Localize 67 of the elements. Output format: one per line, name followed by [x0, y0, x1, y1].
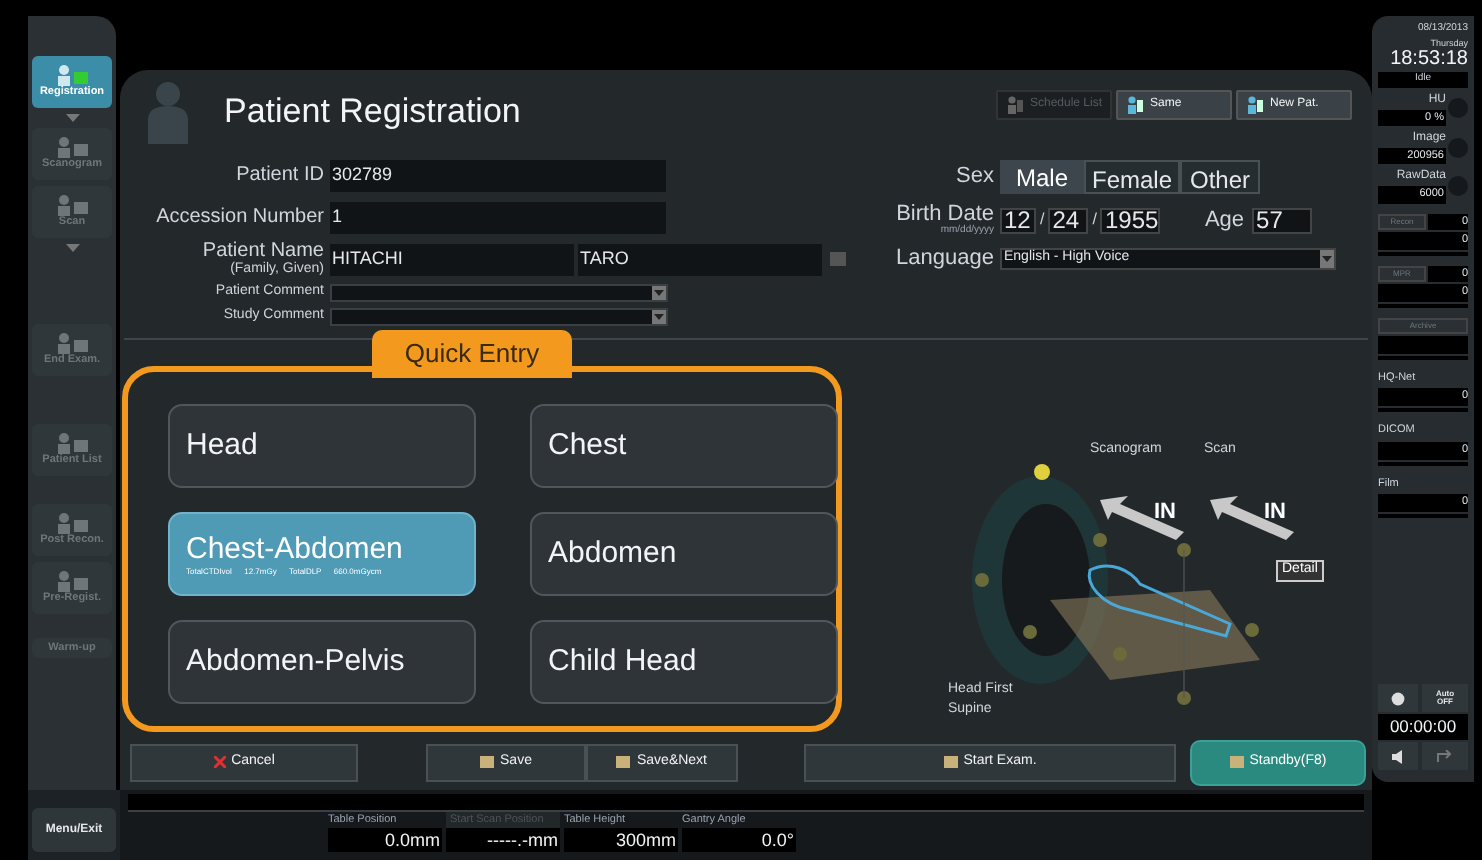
sidebar-item-icon — [56, 512, 88, 535]
window-title: Patient Registration — [224, 90, 521, 135]
field-label: Sex — [954, 161, 996, 192]
birth-date-field[interactable]: 1955 — [1100, 207, 1161, 233]
queue-field — [1378, 336, 1468, 354]
small-icon — [943, 756, 958, 768]
small-icon — [616, 756, 631, 768]
arrow-label: IN — [1264, 498, 1286, 528]
family-name-field[interactable]: HITACHI — [330, 243, 574, 275]
birth-date-field[interactable]: 12 — [1000, 207, 1036, 233]
date-separator: / — [1038, 208, 1047, 232]
field-label: Birth Date — [896, 204, 994, 226]
field-label: Patient Name — [202, 242, 324, 262]
patient-comment-field[interactable] — [330, 283, 668, 301]
sidebar-item-icon — [56, 432, 88, 455]
dial-icon — [1448, 137, 1468, 158]
preset-button[interactable]: Abdomen-Pelvis — [168, 620, 476, 704]
field-label: Accession Number — [154, 204, 326, 232]
dropdown-caret-icon — [652, 309, 666, 323]
speaker-icon — [1391, 749, 1405, 763]
people-icon — [1126, 95, 1144, 113]
speaker-button[interactable] — [1378, 742, 1418, 770]
preset-button[interactable]: Chest — [530, 404, 838, 488]
status-value: 0.0mm — [328, 828, 442, 852]
sidebar-item-icon — [56, 136, 88, 159]
age-field[interactable]: 57 — [1252, 207, 1313, 233]
sex-option[interactable]: Female — [1084, 159, 1180, 193]
preset-button[interactable]: Child Head — [530, 620, 838, 704]
given-name-field[interactable]: TARO — [578, 243, 822, 275]
clock-time: 18:53:18 — [1390, 50, 1468, 71]
alarm-button[interactable] — [1378, 684, 1418, 713]
small-icon — [480, 756, 495, 768]
x-icon — [213, 756, 226, 768]
field-label: Age — [1204, 205, 1245, 236]
date-separator: / — [1090, 208, 1099, 232]
status-value: -----.-mm — [446, 828, 560, 852]
sidebar-item-icon — [56, 570, 88, 593]
loop-arrow-icon — [1436, 749, 1454, 763]
dropdown-caret-icon — [1320, 249, 1334, 267]
study-comment-field[interactable] — [330, 307, 668, 325]
sidebar-item-icon — [56, 332, 88, 355]
timer-text: 00:00:00 — [1378, 714, 1468, 740]
quick-entry-label: Quick Entry — [372, 330, 572, 378]
arrow-icon — [1210, 496, 1294, 540]
sidebar-item-icon — [56, 64, 88, 87]
sex-option[interactable]: Male — [1000, 159, 1084, 193]
status-value: 300mm — [564, 828, 678, 852]
status-value: 0.0° — [682, 828, 796, 852]
sidebar-item-icon — [56, 194, 88, 217]
patient-id-field[interactable]: 302789 — [330, 159, 666, 191]
preset-button[interactable]: Abdomen — [530, 512, 838, 596]
people-icon — [1246, 95, 1264, 113]
field-label: Patient ID — [234, 162, 326, 190]
person-silhouette-icon — [148, 80, 188, 144]
arrow-icon — [1100, 496, 1184, 540]
preset-button[interactable]: Head — [168, 404, 476, 488]
birth-date-field[interactable]: 24 — [1048, 207, 1089, 233]
dial-icon — [1448, 98, 1468, 119]
arrow-label: IN — [1154, 498, 1176, 528]
small-icon — [1229, 756, 1244, 768]
dial-icon — [1448, 175, 1468, 196]
people-icon — [1006, 95, 1024, 113]
sex-option[interactable]: Other — [1180, 159, 1260, 193]
dropdown-caret-icon — [652, 285, 666, 299]
alarm-clock-icon — [1390, 690, 1406, 707]
accession-number-field[interactable]: 1 — [330, 201, 666, 233]
field-label: Language — [894, 243, 996, 274]
